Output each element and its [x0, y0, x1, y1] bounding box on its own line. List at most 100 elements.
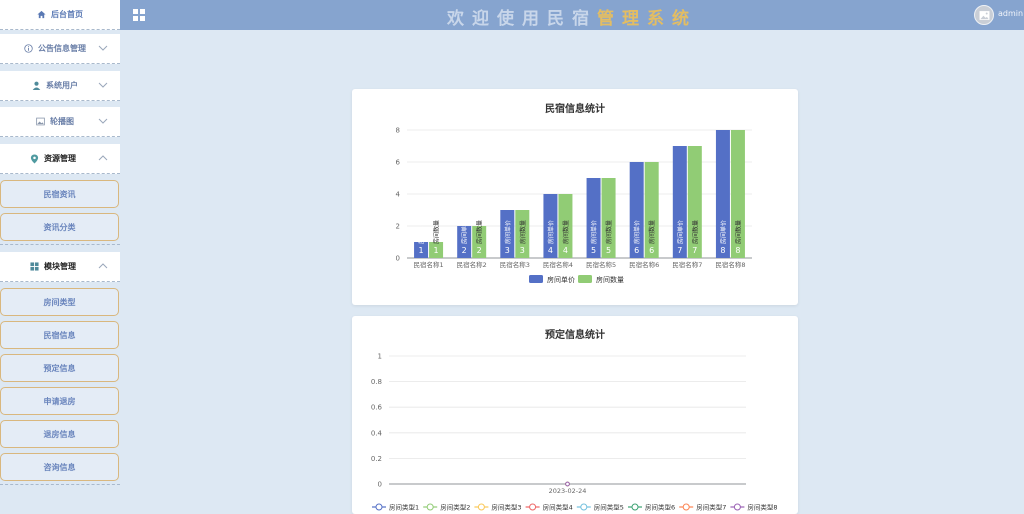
info-icon [24, 44, 33, 53]
sidebar-item-inquiry-info[interactable]: 咨询信息 [0, 453, 119, 481]
top-bar: 欢迎使用民宿管理系统 admin [120, 0, 1024, 30]
bar-value-label: 7 [692, 246, 697, 255]
divider [0, 484, 120, 485]
legend-marker[interactable] [682, 503, 690, 511]
sidebar-item-room-type[interactable]: 房间类型 [0, 288, 119, 316]
bar-value-label: 3 [520, 246, 525, 255]
sidebar-item-news-category[interactable]: 资讯分类 [0, 213, 119, 241]
sidebar-item-checkout-info[interactable]: 退房信息 [0, 420, 119, 448]
bar-series-label: 房间单价 [590, 220, 598, 244]
bar-value-label: 6 [634, 246, 639, 255]
avatar[interactable] [974, 5, 994, 25]
sidebar-item-label: 民宿资讯 [43, 189, 76, 199]
title-part-2: 管理系统 [597, 9, 697, 29]
bar-series-label: 房间单价 [719, 220, 727, 244]
sidebar-item-booking-info[interactable]: 预定信息 [0, 354, 119, 382]
bar-series-label: 房间数量 [519, 220, 527, 244]
sidebar-group-carousel[interactable]: 轮播图 [0, 107, 120, 137]
bar-value-label: 5 [591, 246, 596, 255]
legend-marker[interactable] [477, 503, 485, 511]
y-tick-label: 6 [396, 159, 401, 167]
grid-icon [30, 262, 39, 271]
home-icon [37, 10, 46, 19]
bar-value-label: 7 [677, 246, 682, 255]
legend-marker[interactable] [426, 503, 434, 511]
bar-chart: 02468民宿名称11房间单价1房间数量民宿名称22房间单价2房间数量民宿名称3… [396, 127, 752, 284]
legend-label[interactable]: 房间类型5 [594, 502, 624, 511]
location-pin-icon [30, 154, 39, 164]
y-tick-label: 0.6 [371, 404, 383, 412]
sidebar-group-label: 资源管理 [44, 154, 76, 163]
x-tick-label: 2023-02-24 [549, 487, 587, 495]
sidebar-item-homestay-info[interactable]: 民宿信息 [0, 321, 119, 349]
sidebar-item-label: 资讯分类 [43, 222, 76, 232]
x-tick-label: 民宿名称6 [629, 260, 659, 269]
chevron-up-icon [98, 262, 108, 271]
y-tick-label: 0.4 [371, 429, 383, 437]
legend-label[interactable]: 房间类型1 [389, 502, 419, 511]
bar-value-label: 2 [477, 246, 482, 255]
legend-label[interactable]: 房间类型7 [696, 502, 726, 511]
sidebar-item-label: 咨询信息 [43, 462, 76, 472]
legend-label[interactable]: 房间类型6 [645, 502, 675, 511]
legend-label[interactable]: 房间数量 [596, 275, 624, 284]
sidebar-group-modules[interactable]: 模块管理 [0, 252, 120, 282]
legend-label[interactable]: 房间类型2 [440, 502, 470, 511]
x-tick-label: 民宿名称1 [413, 260, 443, 269]
y-tick-label: 0.2 [371, 455, 382, 463]
user-icon [32, 81, 41, 90]
x-tick-label: 民宿名称2 [457, 260, 487, 269]
bar-value-label: 1 [434, 246, 439, 255]
bar-series-label: 房间数量 [648, 220, 656, 244]
bar-value-label: 8 [720, 246, 725, 255]
bar-series-label: 房间数量 [734, 220, 742, 244]
bar-series-label: 房间数量 [476, 220, 484, 244]
sidebar-group-system-users[interactable]: 系统用户 [0, 71, 120, 101]
x-tick-label: 民宿名称3 [500, 260, 530, 269]
bar-series-label: 房间单价 [461, 220, 469, 244]
chevron-down-icon [98, 44, 108, 53]
x-tick-label: 民宿名称8 [715, 260, 745, 269]
bar-series-label: 房间单价 [418, 220, 426, 244]
bar-series-label: 房间单价 [633, 220, 641, 244]
bar-series-label: 房间数量 [605, 220, 613, 244]
sidebar-item-home[interactable]: 后台首页 [0, 0, 120, 30]
bar-series-label: 房间单价 [676, 220, 684, 244]
bar-series-label: 房间数量 [562, 220, 570, 244]
legend-swatch[interactable] [578, 275, 592, 283]
sidebar-item-label: 申请退房 [43, 396, 76, 406]
legend-marker[interactable] [631, 503, 639, 511]
sidebar-item-checkout-request[interactable]: 申请退房 [0, 387, 119, 415]
y-tick-label: 1 [378, 353, 382, 361]
legend-label[interactable]: 房间类型4 [543, 502, 573, 511]
sidebar-group-label: 轮播图 [50, 117, 74, 126]
booking-stats-card: 预定信息统计 0 0.2 0.4 0.6 0.8 1 2023-02-24 房间类型1 房间类型… [352, 316, 798, 514]
bar-value-label: 1 [419, 246, 424, 255]
sidebar-item-homestay-news[interactable]: 民宿资讯 [0, 180, 119, 208]
sidebar-group-label: 公告信息管理 [38, 44, 86, 53]
legend-marker[interactable] [529, 503, 537, 511]
bar-series-label: 房间数量 [691, 220, 699, 244]
legend-marker[interactable] [580, 503, 588, 511]
legend-marker[interactable] [375, 503, 383, 511]
sidebar-item-label: 民宿信息 [43, 330, 76, 340]
legend-label[interactable]: 房间单价 [547, 275, 575, 284]
bar-series-label: 房间单价 [547, 220, 555, 244]
bar-value-label: 8 [735, 246, 740, 255]
sidebar-group-label: 系统用户 [46, 81, 78, 90]
x-tick-label: 民宿名称5 [586, 260, 616, 269]
legend-marker[interactable] [733, 503, 741, 511]
username[interactable]: admin [998, 9, 1023, 18]
bar-value-label: 4 [548, 246, 553, 255]
y-tick-label: 0 [378, 481, 382, 489]
legend-label[interactable]: 房间类型3 [491, 502, 521, 511]
chevron-down-icon [98, 81, 108, 90]
bar-value-label: 5 [606, 246, 611, 255]
data-point[interactable] [565, 481, 570, 487]
sidebar-item-label: 退房信息 [43, 429, 76, 439]
sidebar-group-resources[interactable]: 资源管理 [0, 144, 120, 174]
chevron-up-icon [98, 154, 108, 163]
legend-swatch[interactable] [529, 275, 543, 283]
sidebar-group-announcements[interactable]: 公告信息管理 [0, 34, 120, 64]
legend-label[interactable]: 房间类型8 [747, 502, 777, 511]
